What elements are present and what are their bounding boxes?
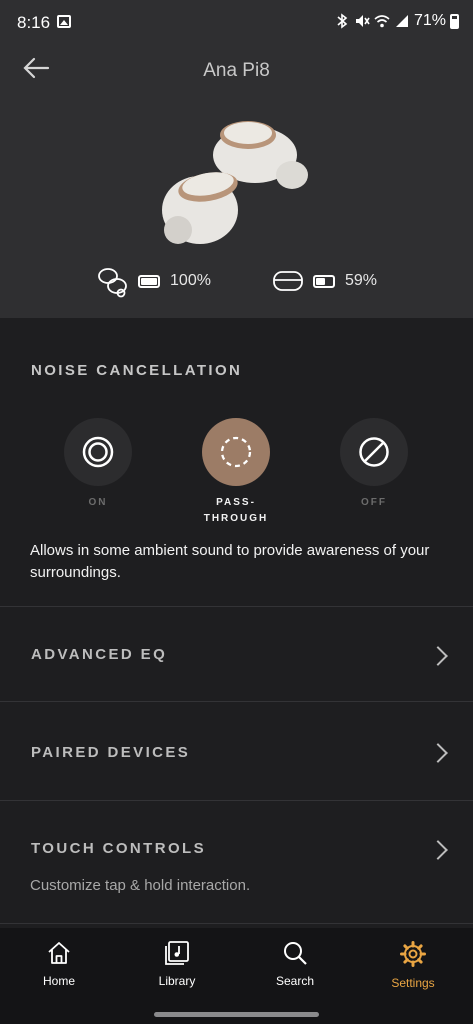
battery-levels: 100% 59%: [0, 264, 473, 298]
case-battery-indicator: [312, 274, 335, 288]
anc-off-option[interactable]: OFF: [340, 418, 408, 511]
mute-icon: [355, 15, 370, 27]
status-icons: 71%: [334, 12, 459, 30]
nav-settings[interactable]: Settings: [368, 940, 458, 990]
photo-icon: [57, 15, 71, 28]
touch-controls-description: Customize tap & hold interaction.: [30, 877, 251, 894]
anc-on-option[interactable]: ON: [64, 418, 132, 511]
anc-on-button[interactable]: [64, 418, 132, 486]
touch-controls-row[interactable]: TOUCH CONTROLS Customize tap & hold inte…: [0, 801, 473, 923]
search-icon: [284, 942, 307, 965]
passthrough-button[interactable]: [202, 418, 270, 486]
chevron-right-icon: [428, 646, 448, 666]
noise-cancellation-description: Allows in some ambient sound to provide …: [30, 542, 430, 581]
case-battery-fill: [315, 277, 325, 285]
status-battery-text: 71%: [413, 12, 446, 29]
nav-home-label: Home: [42, 974, 75, 988]
case-battery: 59%: [273, 270, 377, 292]
anc-on-label: ON: [88, 497, 108, 508]
nav-home[interactable]: Home: [14, 940, 104, 988]
advanced-eq-row[interactable]: ADVANCED EQ: [0, 607, 473, 701]
bottom-nav: Home Library Search Settings: [0, 928, 473, 1024]
noise-cancellation-heading: NOISE CANCELLATION: [31, 362, 243, 379]
advanced-eq-label: ADVANCED EQ: [31, 646, 168, 663]
earbuds-battery-fill: [141, 277, 158, 285]
library-icon: [165, 941, 189, 965]
touch-controls-label: TOUCH CONTROLS: [31, 840, 206, 857]
passthrough-option[interactable]: PASS- THROUGH: [202, 418, 270, 527]
divider: [0, 923, 473, 924]
signal-icon: [395, 15, 408, 27]
gesture-bar[interactable]: [154, 1012, 319, 1017]
nav-search[interactable]: Search: [250, 940, 340, 988]
chevron-right-icon: [428, 743, 448, 763]
page-title: Ana Pi8: [203, 60, 270, 81]
anc-off-icon: [359, 437, 389, 467]
nav-library-label: Library: [158, 974, 196, 988]
battery-icon: [450, 13, 459, 29]
earbuds-battery-text: 100%: [170, 272, 211, 289]
gear-icon: [400, 941, 426, 967]
earbuds-image: [162, 121, 308, 244]
passthrough-label-text: PASS- THROUGH: [203, 497, 269, 524]
nav-search-label: Search: [275, 974, 315, 988]
passthrough-label: PASS- THROUGH: [202, 495, 270, 527]
status-time: 8:16: [17, 13, 51, 32]
paired-devices-label: PAIRED DEVICES: [31, 744, 191, 761]
wifi-icon: [374, 15, 390, 28]
case-battery-text: 59%: [344, 272, 377, 289]
anc-off-label: OFF: [361, 497, 387, 508]
nav-library[interactable]: Library: [132, 940, 222, 988]
status-bar: 8:16 71%: [0, 0, 473, 44]
case-icon: [273, 271, 303, 291]
passthrough-icon: [220, 436, 252, 468]
nav-settings-label: Settings: [391, 976, 435, 990]
chevron-right-icon: [428, 840, 448, 860]
earbuds-icon: [98, 268, 127, 298]
earbuds-battery-indicator: [138, 274, 161, 288]
anc-on-icon: [82, 436, 114, 468]
paired-devices-row[interactable]: PAIRED DEVICES: [0, 702, 473, 800]
bluetooth-icon: [337, 13, 348, 29]
earbuds-battery: 100%: [96, 264, 211, 298]
anc-off-button[interactable]: [340, 418, 408, 486]
home-icon: [48, 942, 70, 964]
